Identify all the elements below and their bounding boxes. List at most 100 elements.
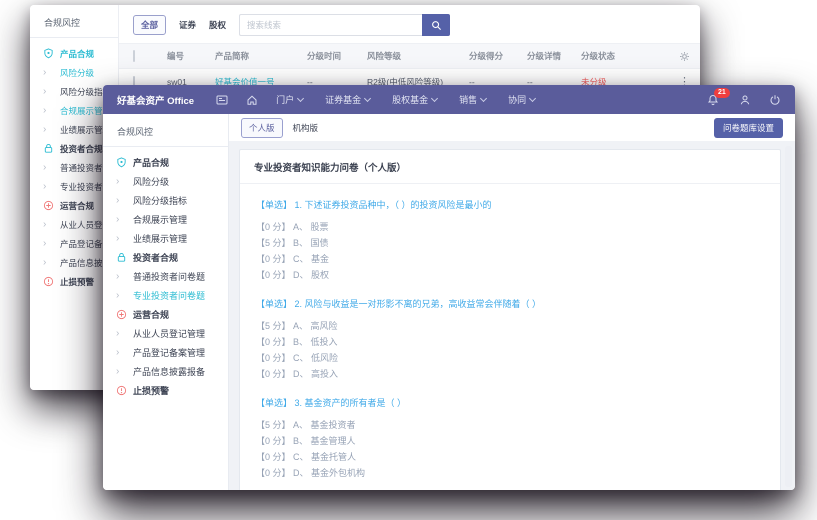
sidebar-item-operations-compliance[interactable]: 运营合规: [103, 305, 228, 324]
sidebar-item-label: 风险分级: [60, 67, 94, 79]
filter-tab-all[interactable]: 全部: [133, 15, 166, 35]
sidebar-item-risk-grading[interactable]: › 风险分级: [103, 172, 228, 191]
chevron-right-icon: ›: [116, 271, 127, 282]
warning-icon: [116, 385, 127, 396]
col-header-time[interactable]: 分级时间: [307, 50, 367, 62]
nav-menu-label: 协同: [508, 93, 526, 106]
scrollbar[interactable]: [785, 146, 792, 487]
chevron-right-icon: ›: [43, 219, 54, 230]
nav-menu-portal[interactable]: 门户: [276, 93, 303, 106]
col-header-name[interactable]: 产品简称: [215, 50, 307, 62]
filter-tab-equity[interactable]: 股权: [209, 19, 226, 31]
chevron-right-icon: ›: [43, 257, 54, 268]
search-button[interactable]: [422, 14, 450, 36]
home-icon[interactable]: [246, 94, 258, 106]
question-block: 【单选】 3. 基金资产的所有者是（ ） 【5 分】 A、 基金投资者 【0 分…: [256, 396, 764, 481]
chevron-right-icon: ›: [43, 181, 54, 192]
sidebar-item-product-registration[interactable]: › 产品登记备案管理: [103, 343, 228, 362]
sidebar-item-compliance-display[interactable]: › 合规展示管理: [103, 210, 228, 229]
question-block: 【单选】 1. 下述证券投资品种中，（ ）的投资风险是最小的 【0 分】 A、 …: [256, 198, 764, 283]
tab-personal-version[interactable]: 个人版: [241, 118, 283, 138]
sidebar-item-label: 业绩展示管理: [133, 232, 187, 245]
chevron-right-icon: ›: [116, 290, 127, 301]
sidebar-item-label: 从业人员登记管理: [133, 327, 205, 340]
sidebar-item-label: 产品登记备案管理: [133, 346, 205, 359]
chevron-right-icon: ›: [116, 195, 127, 206]
user-icon[interactable]: [739, 94, 751, 106]
sidebar-item-label: 投资者合规: [60, 143, 103, 155]
question-label: 【单选】 3. 基金资产的所有者是（ ）: [256, 396, 764, 409]
sidebar-item-investor-compliance[interactable]: 投资者合规: [103, 248, 228, 267]
select-all-checkbox[interactable]: [133, 50, 135, 62]
nav-menu-label: 销售: [459, 93, 477, 106]
sidebar-item-ordinary-investor-questionnaire[interactable]: › 普通投资者问卷题: [103, 267, 228, 286]
question-option: 【0 分】 C、 基金: [256, 251, 764, 267]
chevron-right-icon: ›: [116, 176, 127, 187]
app-brand: 好基会资产 Office: [117, 93, 194, 107]
tab-org-version[interactable]: 机构版: [293, 122, 319, 134]
sidebar-item-label: 风险分级指标: [133, 194, 187, 207]
chevron-right-icon: ›: [116, 366, 127, 377]
questionnaire-title: 专业投资者知识能力问卷（个人版）: [240, 150, 780, 184]
sidebar-item-label: 产品信息披露报备: [133, 365, 205, 378]
question-label: 【单选】 2. 风险与收益是一对形影不离的兄弟，高收益常会伴随着（ ）: [256, 297, 764, 310]
search-input[interactable]: [239, 14, 422, 36]
filter-tab-securities[interactable]: 证券: [179, 19, 196, 31]
shield-icon: [116, 157, 127, 168]
chevron-right-icon: ›: [43, 105, 54, 116]
chevron-down-icon: [431, 95, 438, 102]
sidebar-item-stop-loss-warning[interactable]: 止损预警: [103, 381, 228, 400]
sidebar-item-label: 运营合规: [60, 200, 94, 212]
question-option: 【5 分】 A、 高风险: [256, 318, 764, 334]
chevron-down-icon: [529, 95, 536, 102]
question-option: 【0 分】 B、 基金管理人: [256, 433, 764, 449]
col-header-score[interactable]: 分级得分: [469, 50, 527, 62]
notifications-button[interactable]: 21: [707, 94, 719, 106]
col-header-id[interactable]: 编号: [167, 50, 215, 62]
compass-icon: [116, 309, 127, 320]
gear-icon[interactable]: [679, 51, 690, 62]
chevron-right-icon: ›: [43, 67, 54, 78]
nav-menu-collaboration[interactable]: 协同: [508, 93, 535, 106]
question-bank-settings-button[interactable]: 问卷题库设置: [714, 118, 783, 138]
sidebar-item-professional-investor-questionnaire[interactable]: › 专业投资者问卷题: [103, 286, 228, 305]
table-header: 编号 产品简称 分级时间 风险等级 分级得分 分级详情 分级状态: [119, 43, 700, 69]
chevron-down-icon: [364, 95, 371, 102]
nav-menu-label: 股权基金: [392, 93, 428, 106]
col-header-detail[interactable]: 分级详情: [527, 50, 581, 62]
sidebar-item-label: 合规展示管理: [133, 213, 187, 226]
chevron-right-icon: ›: [116, 214, 127, 225]
question-option: 【0 分】 D、 股权: [256, 267, 764, 283]
nav-menu-equity-funds[interactable]: 股权基金: [392, 93, 437, 106]
sidebar-item-risk-grading-indicators[interactable]: › 风险分级指标: [103, 191, 228, 210]
chevron-right-icon: ›: [43, 124, 54, 135]
sidebar-item-practitioner-registration[interactable]: › 从业人员登记管理: [103, 324, 228, 343]
chevron-right-icon: ›: [116, 233, 127, 244]
version-toolbar: 个人版 机构版 问卷题库设置: [229, 114, 795, 141]
nav-menu-label: 门户: [276, 93, 294, 106]
question-option: 【0 分】 D、 基金外包机构: [256, 465, 764, 481]
question-option: 【0 分】 A、 股票: [256, 219, 764, 235]
shield-icon: [43, 48, 54, 59]
sidebar-item-product-compliance[interactable]: 产品合规: [30, 44, 118, 63]
warning-icon: [43, 276, 54, 287]
question-option: 【0 分】 B、 低投入: [256, 334, 764, 350]
sidebar-item-product-disclosure[interactable]: › 产品信息披露报备: [103, 362, 228, 381]
sidebar-item-performance-display[interactable]: › 业绩展示管理: [103, 229, 228, 248]
chevron-right-icon: ›: [43, 238, 54, 249]
question-option: 【5 分】 A、 基金投资者: [256, 417, 764, 433]
sidebar-item-risk-grading[interactable]: › 风险分级: [30, 63, 118, 82]
apps-icon[interactable]: [216, 94, 228, 106]
front-window: 好基会资产 Office 门户 证券基金 股权基金 销售 协同 21 合规风控 …: [103, 85, 795, 490]
question-option: 【0 分】 D、 高投入: [256, 366, 764, 382]
search-icon: [431, 20, 442, 31]
col-header-status[interactable]: 分级状态: [581, 50, 645, 62]
nav-menu-sales[interactable]: 销售: [459, 93, 486, 106]
sidebar-item-product-compliance[interactable]: 产品合规: [103, 153, 228, 172]
questionnaire-panel: 专业投资者知识能力问卷（个人版） 【单选】 1. 下述证券投资品种中，（ ）的投…: [229, 141, 795, 490]
lock-icon: [43, 143, 54, 154]
col-header-risk[interactable]: 风险等级: [367, 50, 469, 62]
power-icon[interactable]: [769, 94, 781, 106]
notification-badge: 21: [714, 88, 730, 98]
nav-menu-securities-funds[interactable]: 证券基金: [325, 93, 370, 106]
